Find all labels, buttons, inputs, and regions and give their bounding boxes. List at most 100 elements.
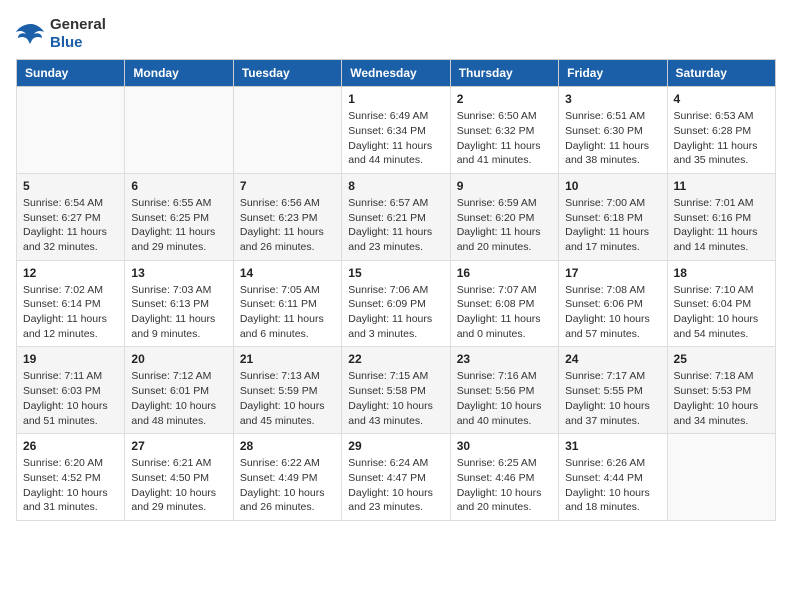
day-info: Sunrise: 6:21 AMSunset: 4:50 PMDaylight:… xyxy=(131,456,226,515)
day-info: Sunrise: 6:54 AMSunset: 6:27 PMDaylight:… xyxy=(23,196,118,255)
day-info: Sunrise: 6:49 AMSunset: 6:34 PMDaylight:… xyxy=(348,109,443,168)
calendar-cell: 6Sunrise: 6:55 AMSunset: 6:25 PMDaylight… xyxy=(125,173,233,260)
day-number: 1 xyxy=(348,92,443,106)
day-info: Sunrise: 7:18 AMSunset: 5:53 PMDaylight:… xyxy=(674,369,769,428)
day-header-tuesday: Tuesday xyxy=(233,60,341,87)
calendar-week-row: 19 Sunrise: 7:11 AMSunset: 6:03 PMDayligh… xyxy=(17,347,776,434)
day-info: Sunrise: 7:17 AMSunset: 5:55 PMDaylight:… xyxy=(565,369,660,428)
logo-general-text: General xyxy=(50,16,106,33)
day-info: Sunrise: 7:07 AMSunset: 6:08 PMDaylight:… xyxy=(457,283,552,342)
calendar-table: SundayMondayTuesdayWednesdayThursdayFrid… xyxy=(16,59,776,521)
calendar-cell: 28 Sunrise: 6:22 AMSunset: 4:49 PMDayligh… xyxy=(233,434,341,521)
day-info: Sunrise: 7:10 AMSunset: 6:04 PMDaylight:… xyxy=(674,283,769,342)
calendar-cell: 29 Sunrise: 6:24 AMSunset: 4:47 PMDayligh… xyxy=(342,434,450,521)
day-info: Sunrise: 7:08 AMSunset: 6:06 PMDaylight:… xyxy=(565,283,660,342)
calendar-cell: 1 Sunrise: 6:49 AMSunset: 6:34 PMDaylight… xyxy=(342,87,450,174)
day-number: 25 xyxy=(674,352,769,366)
calendar-cell: 26 Sunrise: 6:20 AMSunset: 4:52 PMDayligh… xyxy=(17,434,125,521)
day-header-friday: Friday xyxy=(559,60,667,87)
day-info: Sunrise: 7:12 AMSunset: 6:01 PMDaylight:… xyxy=(131,369,226,428)
day-number: 31 xyxy=(565,439,660,453)
logo-bird-icon xyxy=(16,22,46,46)
calendar-week-row: 5 Sunrise: 6:54 AMSunset: 6:27 PMDaylight… xyxy=(17,173,776,260)
day-number: 19 xyxy=(23,352,118,366)
day-number: 2 xyxy=(457,92,552,106)
logo: General Blue xyxy=(16,16,106,51)
calendar-cell: 14Sunrise: 7:05 AMSunset: 6:11 PMDayligh… xyxy=(233,260,341,347)
calendar-cell xyxy=(17,87,125,174)
calendar-cell: 15 Sunrise: 7:06 AMSunset: 6:09 PMDayligh… xyxy=(342,260,450,347)
calendar-cell: 12Sunrise: 7:02 AMSunset: 6:14 PMDayligh… xyxy=(17,260,125,347)
day-number: 6 xyxy=(131,179,226,193)
day-header-thursday: Thursday xyxy=(450,60,558,87)
day-header-monday: Monday xyxy=(125,60,233,87)
day-number: 11 xyxy=(674,179,769,193)
day-number: 7 xyxy=(240,179,335,193)
calendar-cell: 27 Sunrise: 6:21 AMSunset: 4:50 PMDayligh… xyxy=(125,434,233,521)
day-number: 18 xyxy=(674,266,769,280)
day-number: 29 xyxy=(348,439,443,453)
day-info: Sunrise: 6:56 AMSunset: 6:23 PMDaylight:… xyxy=(240,196,335,255)
calendar-cell: 25 Sunrise: 7:18 AMSunset: 5:53 PMDayligh… xyxy=(667,347,775,434)
day-header-saturday: Saturday xyxy=(667,60,775,87)
day-info: Sunrise: 6:53 AMSunset: 6:28 PMDaylight:… xyxy=(674,109,769,168)
day-number: 9 xyxy=(457,179,552,193)
day-number: 5 xyxy=(23,179,118,193)
day-info: Sunrise: 6:25 AMSunset: 4:46 PMDaylight:… xyxy=(457,456,552,515)
calendar-cell: 30 Sunrise: 6:25 AMSunset: 4:46 PMDayligh… xyxy=(450,434,558,521)
calendar-cell: 11Sunrise: 7:01 AMSunset: 6:16 PMDayligh… xyxy=(667,173,775,260)
calendar-cell: 7 Sunrise: 6:56 AMSunset: 6:23 PMDaylight… xyxy=(233,173,341,260)
day-number: 20 xyxy=(131,352,226,366)
day-info: Sunrise: 7:06 AMSunset: 6:09 PMDaylight:… xyxy=(348,283,443,342)
day-number: 26 xyxy=(23,439,118,453)
day-info: Sunrise: 6:20 AMSunset: 4:52 PMDaylight:… xyxy=(23,456,118,515)
day-number: 15 xyxy=(348,266,443,280)
day-number: 28 xyxy=(240,439,335,453)
day-info: Sunrise: 7:16 AMSunset: 5:56 PMDaylight:… xyxy=(457,369,552,428)
day-number: 22 xyxy=(348,352,443,366)
day-info: Sunrise: 7:03 AMSunset: 6:13 PMDaylight:… xyxy=(131,283,226,342)
calendar-cell: 19 Sunrise: 7:11 AMSunset: 6:03 PMDayligh… xyxy=(17,347,125,434)
day-info: Sunrise: 7:11 AMSunset: 6:03 PMDaylight:… xyxy=(23,369,118,428)
calendar-cell: 8 Sunrise: 6:57 AMSunset: 6:21 PMDaylight… xyxy=(342,173,450,260)
calendar-week-row: 1 Sunrise: 6:49 AMSunset: 6:34 PMDaylight… xyxy=(17,87,776,174)
calendar-cell xyxy=(667,434,775,521)
day-number: 8 xyxy=(348,179,443,193)
calendar-header-row: SundayMondayTuesdayWednesdayThursdayFrid… xyxy=(17,60,776,87)
day-number: 27 xyxy=(131,439,226,453)
day-info: Sunrise: 6:22 AMSunset: 4:49 PMDaylight:… xyxy=(240,456,335,515)
day-number: 10 xyxy=(565,179,660,193)
calendar-cell: 3Sunrise: 6:51 AMSunset: 6:30 PMDaylight… xyxy=(559,87,667,174)
day-number: 24 xyxy=(565,352,660,366)
calendar-cell: 13 Sunrise: 7:03 AMSunset: 6:13 PMDayligh… xyxy=(125,260,233,347)
calendar-cell: 4Sunrise: 6:53 AMSunset: 6:28 PMDaylight… xyxy=(667,87,775,174)
calendar-cell: 31 Sunrise: 6:26 AMSunset: 4:44 PMDayligh… xyxy=(559,434,667,521)
day-info: Sunrise: 7:15 AMSunset: 5:58 PMDaylight:… xyxy=(348,369,443,428)
day-header-wednesday: Wednesday xyxy=(342,60,450,87)
calendar-cell: 17 Sunrise: 7:08 AMSunset: 6:06 PMDayligh… xyxy=(559,260,667,347)
day-info: Sunrise: 6:57 AMSunset: 6:21 PMDaylight:… xyxy=(348,196,443,255)
day-number: 21 xyxy=(240,352,335,366)
page-header: General Blue xyxy=(16,16,776,51)
day-number: 17 xyxy=(565,266,660,280)
day-info: Sunrise: 7:02 AMSunset: 6:14 PMDaylight:… xyxy=(23,283,118,342)
calendar-week-row: 26 Sunrise: 6:20 AMSunset: 4:52 PMDayligh… xyxy=(17,434,776,521)
calendar-cell: 22 Sunrise: 7:15 AMSunset: 5:58 PMDayligh… xyxy=(342,347,450,434)
day-number: 3 xyxy=(565,92,660,106)
day-info: Sunrise: 6:26 AMSunset: 4:44 PMDaylight:… xyxy=(565,456,660,515)
day-info: Sunrise: 6:50 AMSunset: 6:32 PMDaylight:… xyxy=(457,109,552,168)
calendar-cell: 10 Sunrise: 7:00 AMSunset: 6:18 PMDayligh… xyxy=(559,173,667,260)
calendar-cell: 18 Sunrise: 7:10 AMSunset: 6:04 PMDayligh… xyxy=(667,260,775,347)
day-info: Sunrise: 7:13 AMSunset: 5:59 PMDaylight:… xyxy=(240,369,335,428)
calendar-week-row: 12Sunrise: 7:02 AMSunset: 6:14 PMDayligh… xyxy=(17,260,776,347)
day-number: 13 xyxy=(131,266,226,280)
day-info: Sunrise: 7:00 AMSunset: 6:18 PMDaylight:… xyxy=(565,196,660,255)
calendar-cell: 23Sunrise: 7:16 AMSunset: 5:56 PMDayligh… xyxy=(450,347,558,434)
day-info: Sunrise: 6:24 AMSunset: 4:47 PMDaylight:… xyxy=(348,456,443,515)
day-number: 16 xyxy=(457,266,552,280)
day-info: Sunrise: 7:05 AMSunset: 6:11 PMDaylight:… xyxy=(240,283,335,342)
calendar-cell: 16 Sunrise: 7:07 AMSunset: 6:08 PMDayligh… xyxy=(450,260,558,347)
day-number: 30 xyxy=(457,439,552,453)
calendar-cell: 24 Sunrise: 7:17 AMSunset: 5:55 PMDayligh… xyxy=(559,347,667,434)
calendar-cell: 5 Sunrise: 6:54 AMSunset: 6:27 PMDaylight… xyxy=(17,173,125,260)
